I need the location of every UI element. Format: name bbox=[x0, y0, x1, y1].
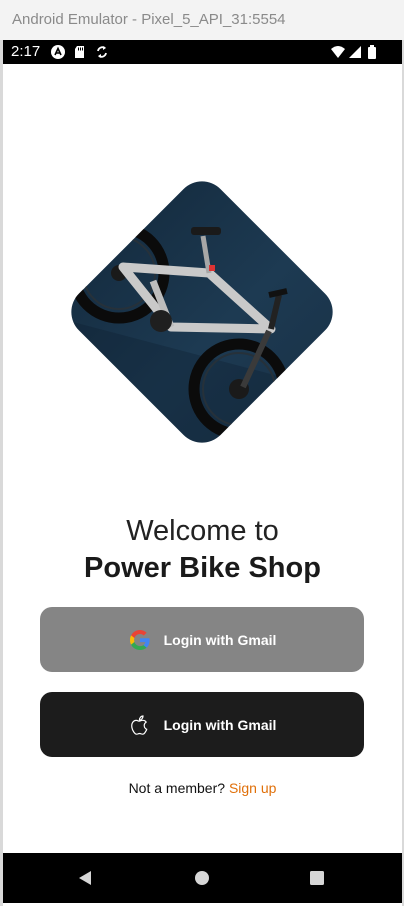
apple-login-label: Login with Gmail bbox=[163, 716, 277, 733]
recents-icon[interactable] bbox=[309, 870, 325, 886]
apple-login-button[interactable]: Login with Gmail bbox=[40, 692, 364, 757]
welcome-heading: Welcome to bbox=[126, 515, 279, 547]
google-icon bbox=[129, 629, 150, 650]
shop-name-heading: Power Bike Shop bbox=[84, 552, 321, 584]
signup-prompt: Not a member? bbox=[128, 780, 226, 796]
wifi-icon bbox=[331, 46, 345, 58]
back-icon[interactable] bbox=[77, 870, 93, 886]
sd-card-icon bbox=[75, 46, 84, 58]
window-title: Android Emulator - Pixel_5_API_31:5554 bbox=[12, 11, 286, 28]
google-login-label: Login with Gmail bbox=[163, 631, 277, 648]
status-time: 2:17 bbox=[11, 43, 41, 60]
google-login-button[interactable]: Login with Gmail bbox=[40, 607, 364, 672]
hero-bike-image bbox=[60, 170, 344, 454]
emulator-titlebar: Android Emulator - Pixel_5_API_31:5554 bbox=[0, 0, 404, 41]
app-notification-icon bbox=[51, 45, 65, 59]
signup-row: Not a member? Sign up bbox=[3, 780, 402, 796]
signup-link[interactable]: Sign up bbox=[229, 780, 276, 796]
signal-icon bbox=[349, 46, 361, 58]
status-bar: 2:17 bbox=[3, 40, 402, 64]
apple-icon bbox=[130, 714, 147, 735]
home-icon[interactable] bbox=[194, 870, 210, 886]
sync-icon bbox=[97, 46, 107, 58]
battery-icon bbox=[368, 45, 376, 59]
navigation-bar bbox=[3, 853, 402, 903]
